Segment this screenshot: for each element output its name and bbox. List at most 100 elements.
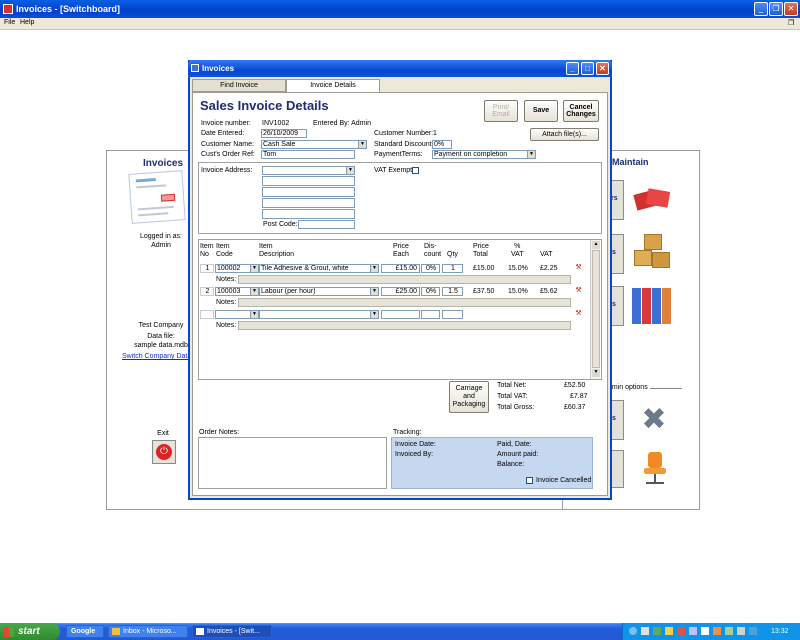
address-line-3[interactable] bbox=[262, 187, 355, 197]
address-line-4[interactable] bbox=[262, 198, 355, 208]
invoice-address-label: Invoice Address: bbox=[201, 167, 253, 174]
wrench-icon[interactable]: ⚒ bbox=[574, 264, 583, 272]
invoiced-by-label: Invoiced By: bbox=[395, 451, 434, 458]
print-email-button[interactable]: Print/ Email bbox=[484, 100, 518, 122]
menu-file[interactable]: File bbox=[4, 19, 15, 26]
exit-button[interactable]: ⏻ bbox=[152, 440, 176, 464]
row-no: 2 bbox=[200, 287, 214, 296]
scroll-thumb bbox=[592, 250, 600, 368]
wrench-icon[interactable]: ⚒ bbox=[574, 287, 583, 295]
line-items-scrollbar[interactable]: ▲ ▼ bbox=[590, 240, 600, 379]
qty-field[interactable]: 1.5 bbox=[442, 287, 463, 296]
post-code-field[interactable] bbox=[298, 220, 355, 229]
tray-icon[interactable] bbox=[665, 627, 673, 635]
price-each-field[interactable]: £15.00 bbox=[381, 264, 420, 273]
entered-by: Entered By: Admin bbox=[313, 120, 371, 127]
tray-icon[interactable] bbox=[641, 627, 649, 635]
dialog-maximize-icon[interactable]: □ bbox=[581, 62, 594, 75]
dialog-minimize-icon[interactable]: _ bbox=[566, 62, 579, 75]
chevron-down-icon: ▼ bbox=[346, 167, 354, 174]
dialog-close-icon[interactable]: ✕ bbox=[596, 62, 609, 75]
speaker-icon[interactable] bbox=[737, 627, 745, 635]
date-entered-label: Date Entered: bbox=[201, 130, 245, 137]
notes-field[interactable] bbox=[238, 275, 571, 284]
discount-field[interactable]: 0% bbox=[421, 287, 440, 296]
price-total: £15.00 bbox=[473, 265, 495, 272]
tray-icon[interactable] bbox=[701, 627, 709, 635]
price-each-field[interactable]: £25.00 bbox=[381, 287, 420, 296]
wrench-icon[interactable]: ⚒ bbox=[574, 310, 583, 318]
chevron-down-icon: ▼ bbox=[370, 288, 378, 295]
notes-field[interactable] bbox=[238, 321, 571, 330]
item-description-select[interactable]: Tile Adhesive & Grout, white ▼ bbox=[259, 264, 379, 273]
attach-files-button[interactable]: Attach file(s)... bbox=[530, 128, 599, 141]
google-toolbar[interactable]: Google bbox=[66, 625, 104, 638]
invoice-image bbox=[128, 170, 186, 224]
chevron-down-icon: ▼ bbox=[250, 288, 258, 295]
item-description-select[interactable]: Labour (per hour) ▼ bbox=[259, 287, 379, 296]
qty-field[interactable] bbox=[442, 310, 463, 319]
price-total: £37.50 bbox=[473, 288, 495, 295]
task-inbox[interactable]: Inbox - Microso... bbox=[108, 625, 188, 638]
switch-company-link[interactable]: Switch Company Data bbox=[122, 353, 188, 360]
mdi-restore-icon[interactable]: ❐ bbox=[788, 19, 794, 27]
payment-terms-select[interactable]: Payment on completion ▼ bbox=[432, 150, 536, 159]
customer-name-select[interactable]: Cash Sale ▼ bbox=[261, 140, 367, 149]
task-invoices[interactable]: Invoices - [Swit... bbox=[192, 625, 272, 638]
restore-icon[interactable]: ❐ bbox=[769, 2, 783, 16]
dialog-title-bar: Invoices _ □ ✕ bbox=[188, 60, 612, 77]
carriage-packaging-button[interactable]: Carriage and Packaging bbox=[449, 381, 489, 413]
vat-exempt-checkbox[interactable] bbox=[412, 167, 419, 174]
standard-discount-field[interactable]: 0% bbox=[432, 140, 452, 149]
minimize-icon[interactable]: _ bbox=[754, 2, 768, 16]
col-qty: Qty bbox=[447, 251, 458, 258]
item-code-select[interactable]: 100003 ▼ bbox=[215, 287, 259, 296]
address-line-1[interactable]: ▼ bbox=[262, 166, 355, 175]
vat-amount: £5.62 bbox=[540, 288, 558, 295]
notes-field[interactable] bbox=[238, 298, 571, 307]
col-item-no: Item No bbox=[200, 243, 214, 258]
clock[interactable]: 13:32 bbox=[771, 623, 789, 640]
order-notes-field[interactable] bbox=[198, 437, 387, 489]
system-tray: 13:32 bbox=[622, 623, 800, 640]
tab-invoice-details[interactable]: Invoice Details bbox=[286, 79, 380, 93]
tray-icon[interactable] bbox=[689, 627, 697, 635]
save-button[interactable]: Save bbox=[524, 100, 558, 122]
col-price-total: Price Total bbox=[473, 243, 489, 258]
tray-icon[interactable] bbox=[749, 627, 757, 635]
page-title: Sales Invoice Details bbox=[200, 98, 329, 113]
discount-field[interactable] bbox=[421, 310, 440, 319]
total-vat-label: Total VAT: bbox=[497, 393, 528, 400]
item-description-select[interactable]: ▼ bbox=[259, 310, 379, 319]
qty-field[interactable]: 1 bbox=[442, 264, 463, 273]
menu-help[interactable]: Help bbox=[20, 19, 34, 26]
price-each-field[interactable] bbox=[381, 310, 420, 319]
discount-field[interactable]: 0% bbox=[421, 264, 440, 273]
item-code-select[interactable]: ▼ bbox=[215, 310, 259, 319]
invoice-cancelled-checkbox[interactable] bbox=[526, 477, 533, 484]
paid-date-label: Paid, Date: bbox=[497, 441, 532, 448]
tray-icon[interactable] bbox=[713, 627, 721, 635]
close-icon[interactable]: ✕ bbox=[784, 2, 798, 16]
tray-icon[interactable] bbox=[677, 627, 685, 635]
tracking-label: Tracking: bbox=[393, 429, 422, 436]
mail-icon bbox=[112, 628, 120, 635]
tab-find-invoice[interactable]: Find Invoice bbox=[192, 79, 286, 92]
item-code-select[interactable]: 100002 ▼ bbox=[215, 264, 259, 273]
chevron-down-icon: ▼ bbox=[527, 151, 535, 158]
tray-icon[interactable] bbox=[725, 627, 733, 635]
tray-icon[interactable] bbox=[653, 627, 661, 635]
boxes-icon bbox=[630, 232, 674, 276]
network-icon[interactable] bbox=[629, 627, 637, 635]
order-ref-field[interactable]: Tom bbox=[261, 150, 355, 159]
cancel-changes-button[interactable]: Cancel Changes bbox=[563, 100, 599, 122]
total-net: £52.50 bbox=[564, 382, 586, 389]
order-ref-label: Cust's Order Ref: bbox=[201, 151, 255, 158]
address-line-5[interactable] bbox=[262, 209, 355, 219]
address-line-2[interactable] bbox=[262, 176, 355, 186]
start-button[interactable]: start bbox=[0, 623, 60, 640]
date-entered-field[interactable]: 26/10/2009 bbox=[261, 129, 307, 138]
contact-card-icon bbox=[633, 184, 671, 214]
chevron-down-icon: ▼ bbox=[358, 141, 366, 148]
chevron-down-icon: ▼ bbox=[250, 265, 258, 272]
